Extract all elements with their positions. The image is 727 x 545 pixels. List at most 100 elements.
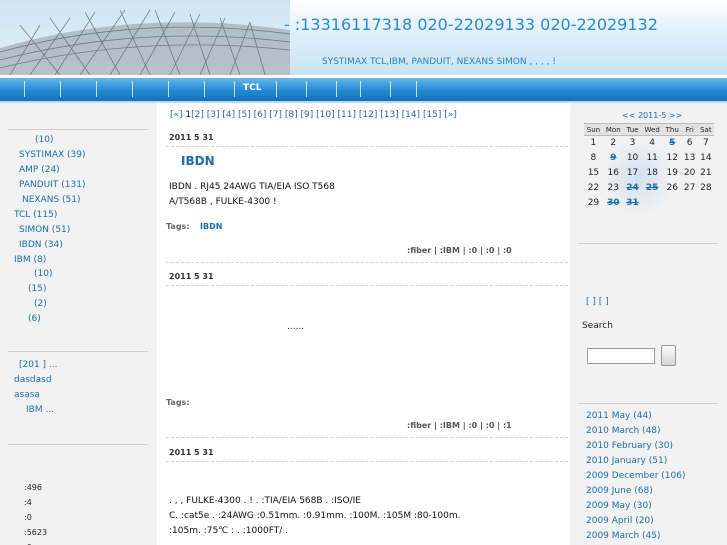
pager-page[interactable]: [9]: [301, 110, 314, 120]
nav-separator: [204, 81, 205, 97]
category-link[interactable]: (2): [34, 299, 47, 309]
pager-page[interactable]: [10]: [316, 110, 334, 120]
category-link-nexans[interactable]: NEXANS (51): [22, 195, 81, 205]
calendar-day[interactable]: 31: [624, 196, 642, 211]
contact-phone-numbers: - :13316117318 020-22029133 020-22029132: [284, 15, 658, 34]
calendar-day: 4: [649, 138, 656, 149]
nav-separator: [336, 81, 337, 97]
pager-page[interactable]: [13]: [380, 110, 398, 120]
nav-separator: [24, 81, 25, 97]
post-excerpt-line: IBDN . RJ45 24AWG TIA/EIA ISO T568: [169, 182, 335, 192]
calendar-weekday: Fri: [681, 123, 698, 136]
post-excerpt-line: ......: [287, 322, 305, 332]
pager-page[interactable]: [7]: [269, 110, 282, 120]
post-date: 2011 5 31: [169, 448, 214, 457]
calendar-day: 27: [683, 183, 696, 193]
post-excerpt-line: :105m. :75℃ : . :1000FT/ .: [169, 526, 288, 536]
category-link-amp[interactable]: AMP (24): [19, 165, 60, 175]
post-tag-link[interactable]: IBDN: [200, 222, 222, 231]
post-tags-label: Tags:: [166, 398, 190, 407]
pager-page[interactable]: [11]: [338, 110, 356, 120]
nav-separator: [306, 81, 307, 97]
calendar-day: 14: [700, 153, 712, 163]
post-excerpt-line: . , , FULKE-4300 . ! . :TIA/EIA 568B . :…: [169, 496, 361, 506]
archive-link[interactable]: 2009 March (45): [586, 531, 661, 541]
calendar-header: << 2011-5 >>: [622, 111, 682, 120]
pager-page[interactable]: [2]: [191, 110, 204, 120]
sidebar-links[interactable]: [ ] [ ]: [586, 297, 609, 307]
calendar-day[interactable]: 30: [603, 196, 624, 211]
archive-link[interactable]: 2009 June (68): [586, 486, 653, 496]
calendar-month-label: 2011-5: [637, 111, 667, 120]
calendar-weekday: Sat: [697, 123, 714, 136]
calendar-day: 23: [607, 183, 619, 193]
calendar-empty-cell: [682, 196, 698, 211]
calendar-day[interactable]: 9: [603, 151, 624, 166]
post-title[interactable]: IBDN: [181, 154, 215, 168]
category-link[interactable]: (6): [28, 314, 41, 324]
archive-link[interactable]: 2011 May (44): [586, 411, 652, 421]
stat-value: :496: [24, 483, 42, 492]
calendar-day[interactable]: 24: [624, 181, 642, 196]
pager-next[interactable]: [»]: [444, 110, 457, 120]
post-divider: [166, 146, 568, 147]
sidebar-divider: [578, 243, 718, 244]
archive-link[interactable]: 2010 January (51): [586, 456, 667, 466]
calendar-next-month[interactable]: >>: [669, 111, 682, 120]
nav-separator: [96, 81, 97, 97]
pager-page[interactable]: [4]: [222, 110, 235, 120]
calendar-day: 15: [587, 168, 600, 178]
recent-post-link[interactable]: dasdasd: [14, 375, 52, 385]
recent-post-link[interactable]: [201 ] ...: [19, 360, 58, 370]
category-link-tcl[interactable]: TCL (115): [14, 210, 57, 220]
calendar-day: 7: [702, 138, 709, 149]
archive-link[interactable]: 2009 December (106): [586, 471, 686, 481]
nav-item-tcl[interactable]: TCL: [243, 83, 261, 93]
recent-post-link[interactable]: IBM ...: [26, 405, 54, 415]
pager-page[interactable]: [15]: [423, 110, 441, 120]
archive-link[interactable]: 2009 May (30): [586, 501, 652, 511]
stat-value: :4: [24, 498, 32, 507]
pager-page[interactable]: [5]: [238, 110, 251, 120]
sidebar-divider: [578, 403, 718, 404]
category-link-panduit[interactable]: PANDUIT (131): [19, 180, 85, 190]
archive-link[interactable]: 2010 March (48): [586, 426, 661, 436]
post-divider: [166, 262, 568, 263]
category-link[interactable]: (15): [28, 284, 46, 294]
search-heading: Search: [582, 321, 613, 331]
calendar-day: 22: [587, 183, 600, 193]
category-link-simon[interactable]: SIMON (51): [19, 225, 70, 235]
stat-value: :0: [24, 513, 32, 522]
search-button[interactable]: [661, 345, 676, 366]
category-link[interactable]: (10): [35, 135, 53, 145]
pager-page[interactable]: [8]: [285, 110, 298, 120]
calendar-day[interactable]: 5: [663, 136, 682, 151]
main-content: [«] 1[2] [3] [4] [5] [6] [7] [8] [9] [10…: [157, 103, 570, 545]
calendar-prev-month[interactable]: <<: [622, 111, 635, 120]
post-meta-footer: :fiber | :IBM | :0 | :0 | :0: [407, 246, 512, 255]
archive-link[interactable]: 2009 April (20): [586, 516, 654, 526]
pager-page[interactable]: [6]: [254, 110, 267, 120]
calendar-day: 16: [607, 168, 619, 178]
left-sidebar: (10) SYSTIMAX (39) AMP (24) PANDUIT (131…: [0, 103, 157, 545]
birds-nest-stadium-banner: [0, 0, 290, 75]
calendar-empty-cell: [698, 196, 714, 211]
search-input[interactable]: [587, 348, 655, 364]
post-meta-footer: :fiber | :IBM | :0 | :0 | :1: [407, 421, 512, 430]
calendar-day: 11: [646, 153, 658, 163]
pager-page[interactable]: [14]: [402, 110, 420, 120]
category-link[interactable]: (10): [34, 269, 52, 279]
category-link-ibdn[interactable]: IBDN (34): [19, 240, 63, 250]
category-link-ibm[interactable]: IBM (8): [14, 255, 46, 265]
recent-post-link[interactable]: asasa: [14, 390, 40, 400]
pager-prev[interactable]: [«]: [170, 110, 183, 120]
nav-separator: [234, 81, 235, 97]
pager-page[interactable]: [3]: [207, 110, 220, 120]
archive-link[interactable]: 2010 February (30): [586, 441, 673, 451]
post-divider: [166, 461, 568, 462]
right-sidebar: << 2011-5 >> Sun Mon Tue Wed Thu Fri Sat 12345…: [570, 103, 727, 545]
category-link-systimax[interactable]: SYSTIMAX (39): [19, 150, 86, 160]
calendar-day[interactable]: 25: [641, 181, 663, 196]
pager-page[interactable]: [12]: [359, 110, 377, 120]
calendar-day: 26: [666, 183, 678, 193]
